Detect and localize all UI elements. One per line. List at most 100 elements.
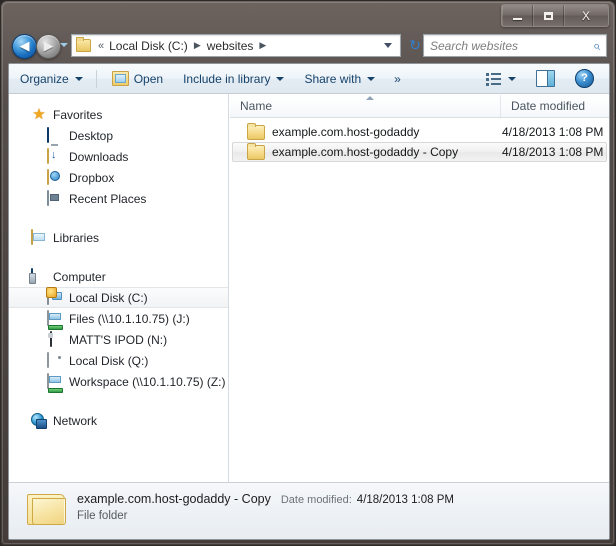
search-icon: ⌕	[592, 37, 600, 53]
libraries-icon	[31, 228, 47, 246]
sidebar-label: Dropbox	[69, 170, 115, 185]
sidebar-item-libraries[interactable]: Libraries	[9, 227, 228, 248]
organize-button[interactable]: Organize	[11, 66, 92, 92]
local-disk-q-icon	[47, 351, 63, 369]
nav-group-computer: Computer Local Disk (C:) Files (\\10.1.1…	[9, 266, 228, 392]
organize-label: Organize	[20, 71, 69, 86]
file-date-modified: 4/18/2013 1:08 PM	[502, 125, 604, 139]
view-list-icon	[486, 72, 502, 86]
downloads-icon	[47, 147, 63, 165]
column-header-name[interactable]: Name	[230, 94, 501, 117]
file-name: example.com.host-godaddy	[272, 125, 420, 139]
file-rows: example.com.host-godaddy 4/18/2013 1:08 …	[230, 118, 609, 162]
local-disk-c-icon	[47, 288, 63, 306]
help-button[interactable]: ?	[566, 66, 603, 92]
recent-pages-dropdown-icon[interactable]	[60, 43, 68, 47]
sidebar-item-recent-places[interactable]: Recent Places	[9, 188, 228, 209]
desktop-icon	[47, 126, 63, 144]
search-box[interactable]: Search websites ⌕	[423, 34, 607, 57]
network-icon	[31, 413, 47, 429]
sidebar-item-network[interactable]: Network	[9, 410, 228, 431]
chevron-down-icon	[367, 76, 376, 81]
sidebar-item-files-j[interactable]: Files (\\10.1.10.75) (J:)	[9, 308, 228, 329]
search-input[interactable]: Search websites	[424, 39, 593, 53]
window-controls: X	[501, 4, 609, 27]
details-text: example.com.host-godaddy - Copy Date mod…	[77, 491, 454, 522]
ipod-icon	[47, 330, 63, 348]
forward-arrow-icon: ▶	[43, 39, 54, 54]
details-line-primary: example.com.host-godaddy - Copy Date mod…	[77, 492, 454, 506]
preview-pane-icon	[536, 70, 555, 87]
open-button[interactable]: Open	[103, 66, 172, 92]
client-area: Organize Open Include in library Share w…	[8, 63, 610, 540]
forward-button[interactable]: ▶	[36, 34, 61, 59]
star-icon: ★	[32, 105, 46, 123]
sidebar-item-computer[interactable]: Computer	[9, 266, 228, 287]
sidebar-label: Downloads	[69, 149, 129, 164]
column-header-date-modified[interactable]: Date modified	[501, 95, 609, 117]
share-with-button[interactable]: Share with	[295, 66, 384, 92]
folder-icon	[27, 492, 66, 525]
network-drive-icon	[47, 309, 63, 327]
sidebar-item-favorites[interactable]: ★ Favorites	[9, 104, 228, 125]
details-file-name: example.com.host-godaddy - Copy	[77, 492, 271, 506]
chevron-down-icon	[74, 76, 83, 81]
open-label: Open	[133, 71, 164, 86]
breadcrumb-separator-icon[interactable]: ▶	[254, 40, 271, 51]
address-bar-row: ◀ ▶ « Local Disk (C:) ▶ websites ▶ ↻ Sea…	[8, 31, 610, 61]
sort-ascending-icon	[366, 95, 374, 100]
column-header-name-label: Name	[240, 98, 273, 113]
address-dropdown-icon[interactable]	[384, 43, 392, 48]
minimize-button[interactable]	[502, 5, 533, 26]
help-icon: ?	[575, 69, 594, 88]
toolbar-right-group: ?	[475, 66, 609, 92]
title-bar[interactable]: X	[1, 1, 616, 29]
details-pane: example.com.host-godaddy - Copy Date mod…	[9, 482, 609, 539]
sidebar-item-desktop[interactable]: Desktop	[9, 125, 228, 146]
back-button[interactable]: ◀	[12, 34, 37, 59]
column-header-date-label: Date modified	[511, 98, 586, 113]
table-row[interactable]: example.com.host-godaddy - Copy 4/18/201…	[232, 142, 607, 162]
breadcrumb-separator-icon[interactable]: ▶	[189, 40, 206, 51]
back-arrow-icon: ◀	[19, 39, 30, 54]
address-bar[interactable]: « Local Disk (C:) ▶ websites ▶	[71, 34, 401, 57]
sidebar-label: Workspace (\\10.1.10.75) (Z:)	[69, 374, 226, 389]
sidebar-label: Files (\\10.1.10.75) (J:)	[69, 311, 190, 326]
nav-group-network: Network	[9, 410, 228, 431]
file-list-pane: Name Date modified example.com.host-goda…	[230, 94, 609, 494]
column-header-row: Name Date modified	[230, 94, 609, 118]
toolbar-overflow-button[interactable]: »	[386, 72, 409, 86]
sidebar-item-workspace-z[interactable]: Workspace (\\10.1.10.75) (Z:)	[9, 371, 228, 392]
sidebar-label: Computer	[53, 269, 106, 284]
breadcrumb-item-websites[interactable]: websites	[206, 39, 255, 53]
nav-group-libraries: Libraries	[9, 227, 228, 248]
sidebar-label: Desktop	[69, 128, 114, 143]
command-toolbar: Organize Open Include in library Share w…	[9, 64, 609, 94]
details-date-label: Date modified:	[280, 494, 352, 506]
folder-icon	[76, 37, 91, 52]
preview-pane-button[interactable]	[527, 66, 564, 92]
include-in-library-button[interactable]: Include in library	[174, 66, 293, 92]
breadcrumb-item-local-disk-c[interactable]: Local Disk (C:)	[108, 39, 189, 53]
sidebar-item-matts-ipod-n[interactable]: MATT'S IPOD (N:)	[9, 329, 228, 350]
sidebar-item-dropbox[interactable]: Dropbox	[9, 167, 228, 188]
details-date-value: 4/18/2013 1:08 PM	[356, 494, 454, 506]
network-drive-icon	[47, 372, 63, 390]
maximize-button[interactable]	[533, 5, 564, 26]
breadcrumb-overflow-icon[interactable]: «	[94, 40, 108, 52]
share-with-label: Share with	[304, 71, 362, 86]
minimize-icon	[512, 17, 522, 20]
recent-places-icon	[47, 189, 63, 207]
details-file-type: File folder	[77, 510, 128, 522]
chevron-down-icon	[508, 76, 516, 81]
nav-group-favorites: ★ Favorites Desktop Downloads Dropbox	[9, 104, 228, 209]
sidebar-item-local-disk-c[interactable]: Local Disk (C:)	[9, 287, 228, 308]
sidebar-item-local-disk-q[interactable]: Local Disk (Q:)	[9, 350, 228, 371]
close-button[interactable]: X	[564, 5, 608, 26]
computer-icon	[31, 267, 47, 285]
change-view-button[interactable]	[477, 66, 525, 92]
open-folder-icon	[111, 71, 129, 86]
navigation-pane: ★ Favorites Desktop Downloads Dropbox	[9, 94, 229, 494]
table-row[interactable]: example.com.host-godaddy 4/18/2013 1:08 …	[232, 122, 607, 142]
sidebar-item-downloads[interactable]: Downloads	[9, 146, 228, 167]
